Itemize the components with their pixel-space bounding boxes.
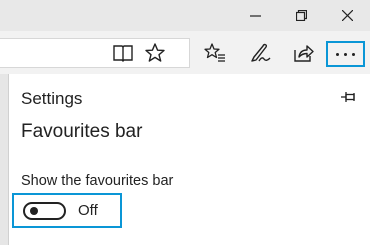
- pin-icon[interactable]: [340, 90, 358, 104]
- restore-icon: [295, 10, 307, 21]
- show-favourites-bar-toggle[interactable]: Off: [12, 193, 122, 228]
- toggle-knob: [30, 207, 38, 215]
- favourites-hub-button[interactable]: [200, 38, 230, 68]
- title-bar: [0, 0, 370, 31]
- web-note-button[interactable]: [246, 38, 276, 68]
- reading-view-button[interactable]: [108, 38, 138, 68]
- add-favourite-button[interactable]: [140, 38, 170, 68]
- settings-panel: Settings Favourites bar Show the favouri…: [8, 74, 370, 245]
- favourite-star-icon: [145, 43, 165, 62]
- toggle-switch[interactable]: [23, 202, 66, 220]
- minimize-icon: [249, 15, 261, 17]
- share-button[interactable]: [289, 38, 319, 68]
- reading-view-icon: [113, 45, 133, 62]
- more-actions-button[interactable]: [326, 41, 365, 67]
- more-actions-icon: [336, 52, 355, 56]
- minimize-button[interactable]: [232, 0, 278, 31]
- favourites-hub-icon: [204, 43, 225, 62]
- panel-title: Settings: [21, 89, 83, 108]
- close-button[interactable]: [324, 0, 370, 31]
- section-title: Favourites bar: [21, 121, 143, 142]
- close-icon: [341, 10, 353, 21]
- web-note-icon: [251, 43, 271, 62]
- page-content-edge: [0, 74, 8, 245]
- restore-button[interactable]: [278, 0, 324, 31]
- show-favourites-bar-label: Show the favourites bar: [21, 173, 174, 189]
- share-icon: [294, 45, 314, 62]
- toggle-state-label: Off: [78, 202, 98, 219]
